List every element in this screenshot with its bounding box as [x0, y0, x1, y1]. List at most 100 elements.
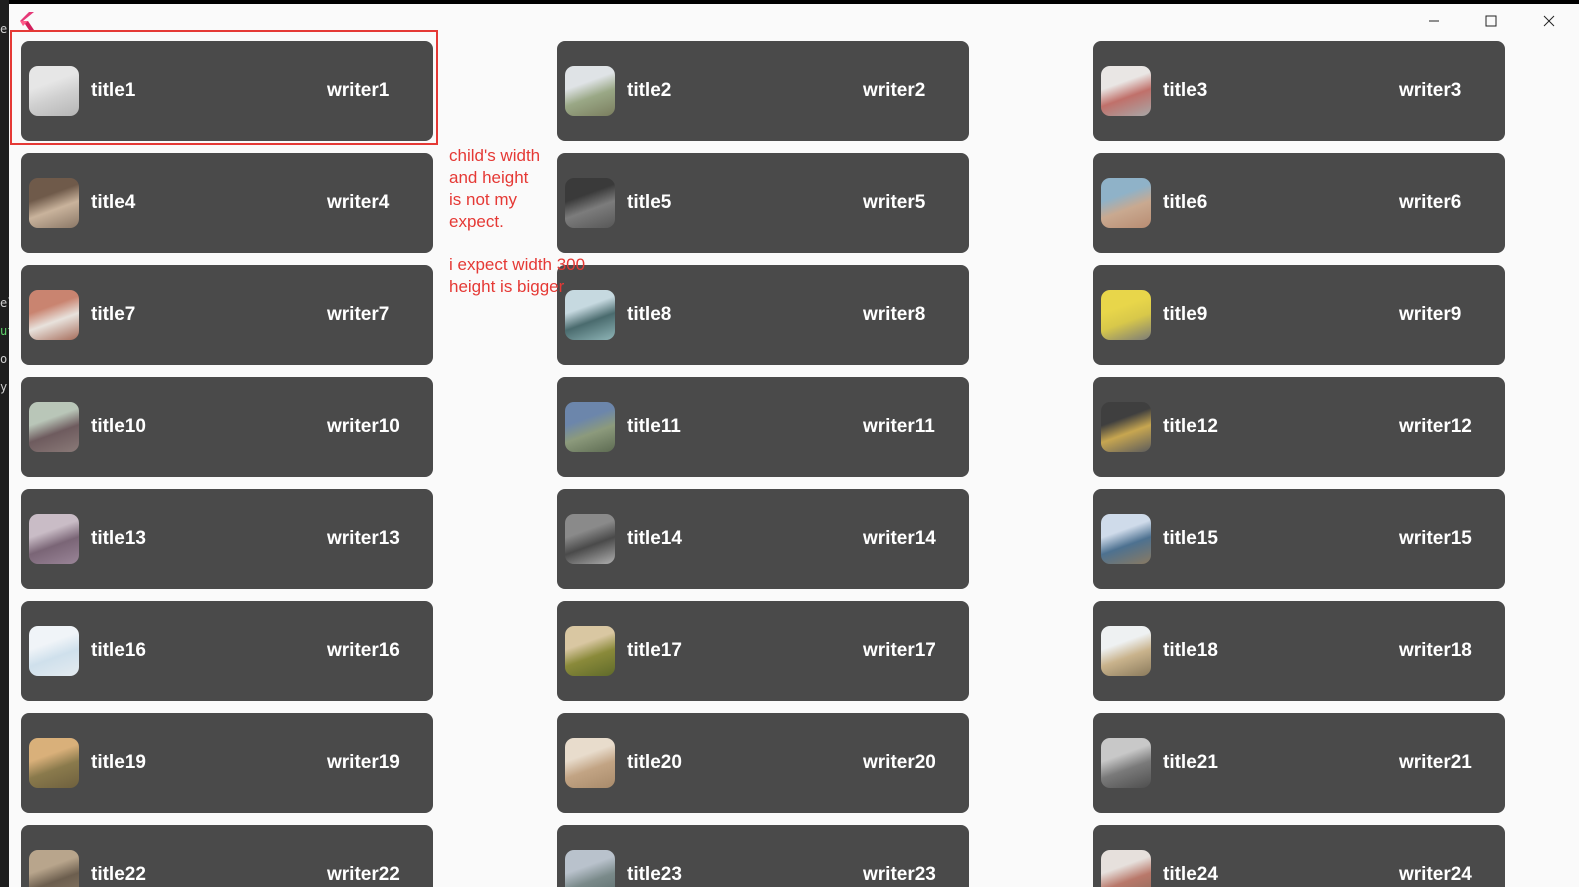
annotation-line: is not my	[449, 190, 518, 209]
card-title: title19	[91, 752, 146, 773]
card-writer: writer18	[1399, 640, 1472, 661]
card-title: title6	[1163, 192, 1208, 213]
maximize-icon	[1485, 15, 1497, 27]
card-title: title2	[627, 80, 672, 101]
list-item[interactable]: title2 writer2	[557, 41, 969, 141]
card-title: title11	[627, 416, 681, 437]
card-writer: writer9	[1399, 304, 1462, 325]
card-writer: writer6	[1399, 192, 1462, 213]
list-item[interactable]: title24 writer24	[1093, 825, 1505, 887]
thumbnail-image	[29, 514, 79, 564]
card-title: title7	[91, 304, 136, 325]
card-writer: writer11	[863, 416, 935, 437]
thumbnail-image	[29, 290, 79, 340]
annotation-line: height is bigger	[449, 277, 565, 296]
close-button[interactable]	[1526, 4, 1572, 38]
list-item[interactable]: title15 writer15	[1093, 489, 1505, 589]
list-item[interactable]: title18 writer18	[1093, 601, 1505, 701]
card-writer: writer4	[327, 192, 390, 213]
thumbnail-image	[1101, 738, 1151, 788]
list-item[interactable]: title21 writer21	[1093, 713, 1505, 813]
card-writer: writer16	[327, 640, 400, 661]
card-writer: writer7	[327, 304, 390, 325]
card-title: title1	[91, 80, 136, 101]
annotation-line: and height	[449, 168, 529, 187]
minimize-icon	[1429, 20, 1439, 22]
card-title: title20	[627, 752, 682, 773]
thumbnail-image	[1101, 178, 1151, 228]
card-writer: writer20	[863, 752, 936, 773]
card-title: title14	[627, 528, 682, 549]
thumbnail-image	[29, 178, 79, 228]
list-item[interactable]: title7 writer7	[21, 265, 433, 365]
list-item[interactable]: title19 writer19	[21, 713, 433, 813]
thumbnail-image	[565, 66, 615, 116]
editor-glyph: e	[0, 22, 8, 36]
card-writer: writer24	[1399, 864, 1472, 885]
thumbnail-image	[1101, 402, 1151, 452]
card-writer: writer5	[863, 192, 926, 213]
card-writer: writer8	[863, 304, 926, 325]
thumbnail-image	[29, 850, 79, 887]
card-title: title24	[1163, 864, 1218, 885]
thumbnail-image	[29, 626, 79, 676]
card-title: title9	[1163, 304, 1208, 325]
card-title: title23	[627, 864, 682, 885]
card-writer: writer17	[863, 640, 936, 661]
list-item[interactable]: title16 writer16	[21, 601, 433, 701]
list-item[interactable]: title9 writer9	[1093, 265, 1505, 365]
list-item[interactable]: title23 writer23	[557, 825, 969, 887]
card-title: title8	[627, 304, 672, 325]
card-writer: writer10	[327, 416, 400, 437]
list-item[interactable]: title20 writer20	[557, 713, 969, 813]
list-item[interactable]: title22 writer22	[21, 825, 433, 887]
thumbnail-image	[565, 738, 615, 788]
annotation-line: expect.	[449, 212, 504, 231]
card-title: title22	[91, 864, 146, 885]
flutter-logo-icon	[20, 12, 34, 30]
minimize-button[interactable]	[1411, 4, 1457, 38]
card-title: title5	[627, 192, 672, 213]
annotation-note: i expect width 300 height is bigger	[449, 254, 629, 298]
card-title: title16	[91, 640, 146, 661]
list-item[interactable]: title6 writer6	[1093, 153, 1505, 253]
list-item[interactable]: title10 writer10	[21, 377, 433, 477]
editor-glyph: y	[0, 380, 8, 394]
card-writer: writer3	[1399, 80, 1462, 101]
thumbnail-image	[565, 626, 615, 676]
list-item[interactable]: title12 writer12	[1093, 377, 1505, 477]
list-item[interactable]: title13 writer13	[21, 489, 433, 589]
thumbnail-image	[565, 178, 615, 228]
thumbnail-image	[1101, 850, 1151, 887]
card-writer: writer22	[327, 864, 400, 885]
thumbnail-image	[1101, 514, 1151, 564]
card-title: title12	[1163, 416, 1218, 437]
list-item[interactable]: title11 writer11	[557, 377, 969, 477]
card-writer: writer12	[1399, 416, 1472, 437]
card-title: title10	[91, 416, 146, 437]
list-item[interactable]: title1 writer1	[21, 41, 433, 141]
thumbnail-image	[1101, 290, 1151, 340]
close-icon	[1543, 15, 1555, 27]
card-writer: writer19	[327, 752, 400, 773]
card-title: title18	[1163, 640, 1218, 661]
card-title: title13	[91, 528, 146, 549]
annotation-note: child's width and height is not my expec…	[449, 145, 569, 233]
card-title: title3	[1163, 80, 1208, 101]
list-item[interactable]: title4 writer4	[21, 153, 433, 253]
thumbnail-image	[565, 850, 615, 887]
thumbnail-image	[29, 402, 79, 452]
thumbnail-image	[565, 402, 615, 452]
card-writer: writer14	[863, 528, 936, 549]
list-item[interactable]: title3 writer3	[1093, 41, 1505, 141]
list-item[interactable]: title17 writer17	[557, 601, 969, 701]
annotation-line: i expect width 300	[449, 255, 586, 274]
list-item[interactable]: title5 writer5	[557, 153, 969, 253]
card-writer: writer15	[1399, 528, 1472, 549]
maximize-button[interactable]	[1468, 4, 1514, 38]
card-title: title4	[91, 192, 136, 213]
list-item[interactable]: title14 writer14	[557, 489, 969, 589]
thumbnail-image	[1101, 626, 1151, 676]
thumbnail-image	[1101, 66, 1151, 116]
card-writer: writer21	[1399, 752, 1472, 773]
